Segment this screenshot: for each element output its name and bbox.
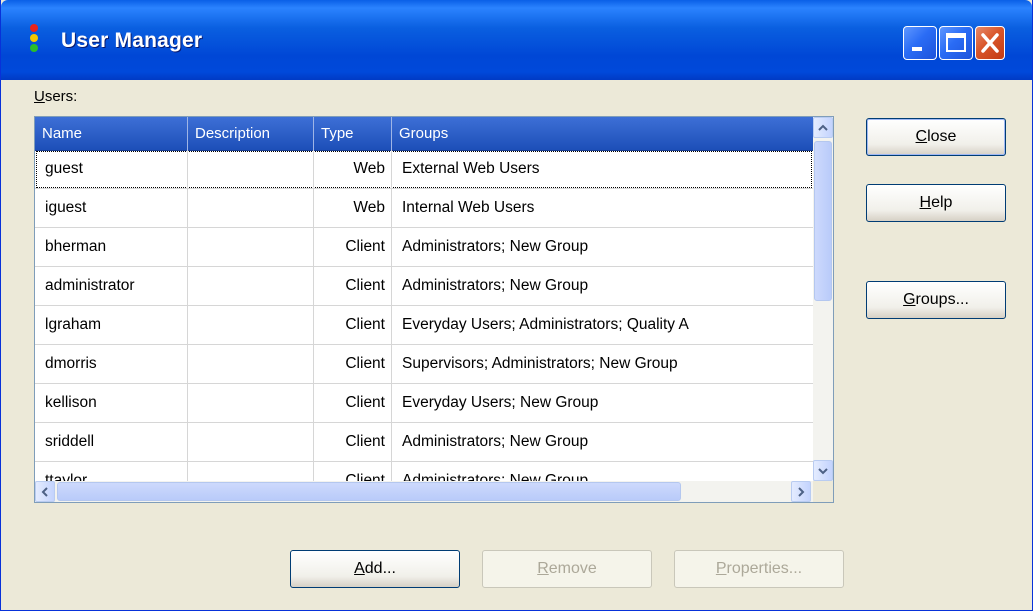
title-bar[interactable]: User Manager [1, 0, 1032, 80]
remove-button[interactable]: Remove [482, 550, 652, 588]
cell-groups: Administrators; New Group [402, 238, 589, 255]
horizontal-scrollbar[interactable] [35, 481, 813, 502]
cell-groups: Administrators; New Group [402, 277, 589, 294]
cell-groups: Administrators; New Group [402, 433, 589, 450]
cell-type: Client [314, 267, 392, 305]
cell-type: Client [314, 384, 392, 422]
cell-description [188, 384, 314, 422]
table-row[interactable]: bherman Client Administrators; New Group [35, 228, 813, 267]
vertical-scrollbar[interactable] [813, 117, 833, 481]
chevron-right-icon [798, 487, 805, 497]
cell-type: Client [314, 423, 392, 461]
cell-description [188, 306, 314, 344]
horizontal-scroll-thumb[interactable] [57, 482, 681, 501]
chevron-up-icon [818, 124, 828, 131]
cell-description [188, 462, 314, 481]
cell-description [188, 423, 314, 461]
cell-groups: Everyday Users; New Group [402, 394, 599, 411]
scrollbar-corner [813, 481, 833, 502]
cell-name: kellison [35, 384, 188, 422]
cell-description [188, 345, 314, 383]
table-row[interactable]: administrator Client Administrators; New G… [35, 267, 813, 306]
scroll-right-button[interactable] [791, 481, 811, 502]
chevron-left-icon [41, 487, 48, 497]
window-title: User Manager [61, 29, 203, 52]
column-header-description[interactable]: Description [188, 117, 314, 150]
list-header: Name Description Type Groups [35, 117, 813, 151]
scroll-left-button[interactable] [35, 481, 55, 502]
minimize-button[interactable] [903, 26, 937, 60]
column-header-groups[interactable]: Groups [392, 117, 813, 150]
cell-groups: Supervisors; Administrators; New Group [402, 355, 678, 372]
properties-button[interactable]: Properties... [674, 550, 844, 588]
cell-type: Web [314, 189, 392, 227]
user-manager-window: User Manager Users: Name Description Typ… [0, 0, 1033, 611]
close-icon [981, 33, 999, 53]
cell-description [188, 228, 314, 266]
cell-description [188, 150, 314, 188]
cell-name: bherman [35, 228, 188, 266]
maximize-button[interactable] [939, 26, 973, 60]
minimize-icon [912, 47, 922, 51]
chevron-down-icon [818, 468, 828, 475]
cell-type: Client [314, 462, 392, 481]
help-button[interactable]: Help [866, 184, 1006, 222]
table-row[interactable]: sriddell Client Administrators; New Group [35, 423, 813, 462]
groups-button[interactable]: Groups... [866, 281, 1006, 319]
scroll-up-button[interactable] [813, 117, 833, 138]
cell-name: dmorris [35, 345, 188, 383]
cell-groups: Everyday Users; Administrators; Quality … [402, 316, 689, 333]
cell-type: Client [314, 345, 392, 383]
close-window-button[interactable] [975, 26, 1005, 60]
column-header-type[interactable]: Type [314, 117, 392, 150]
cell-name: lgraham [35, 306, 188, 344]
maximize-icon [946, 33, 966, 52]
list-rows: guest Web External Web Users iguest Web Inter… [35, 150, 813, 481]
table-row[interactable]: dmorris Client Supervisors; Administrators… [35, 345, 813, 384]
cell-type: Web [314, 150, 392, 188]
table-row[interactable]: guest Web External Web Users [35, 150, 813, 189]
add-button[interactable]: Add... [290, 550, 460, 588]
table-row[interactable]: ttaylor Client Administrators; New Group [35, 462, 813, 481]
table-row[interactable]: iguest Web Internal Web Users [35, 189, 813, 228]
table-row[interactable]: lgraham Client Everyday Users; Administrat… [35, 306, 813, 345]
cell-name: administrator [35, 267, 188, 305]
cell-type: Client [314, 228, 392, 266]
traffic-light-icon [30, 24, 40, 52]
cell-description [188, 189, 314, 227]
users-label: Users: [34, 88, 78, 105]
cell-groups: Administrators; New Group [402, 472, 589, 481]
cell-name: iguest [35, 189, 188, 227]
users-list[interactable]: Name Description Type Groups guest Web Ext… [34, 116, 834, 503]
scroll-down-button[interactable] [813, 460, 833, 481]
cell-name: ttaylor [35, 462, 188, 481]
close-button[interactable]: Close [866, 118, 1006, 156]
vertical-scroll-thumb[interactable] [814, 141, 832, 301]
column-header-name[interactable]: Name [35, 117, 188, 150]
cell-name: guest [35, 150, 188, 188]
cell-groups: Internal Web Users [402, 199, 535, 216]
table-row[interactable]: kellison Client Everyday Users; New Group [35, 384, 813, 423]
cell-name: sriddell [35, 423, 188, 461]
cell-description [188, 267, 314, 305]
cell-type: Client [314, 306, 392, 344]
cell-groups: External Web Users [402, 160, 540, 177]
